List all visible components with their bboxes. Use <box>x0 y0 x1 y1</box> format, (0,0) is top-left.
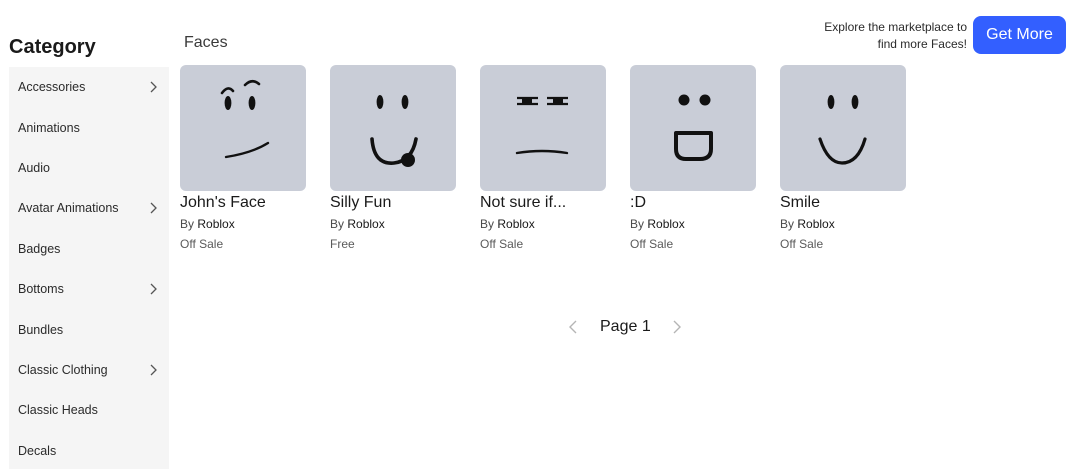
not-sure-face-icon <box>515 96 569 155</box>
category-item-label: Animations <box>18 120 80 135</box>
chevron-right-icon <box>150 202 157 214</box>
item-price: Free <box>330 237 355 251</box>
item-card[interactable]: :D By Roblox Off Sale <box>630 65 756 251</box>
silly-fun-face-icon <box>370 95 418 167</box>
creator-link[interactable]: Roblox <box>497 217 534 231</box>
category-item-badges[interactable]: Badges <box>9 229 169 269</box>
pagination: Page 1 <box>565 317 685 337</box>
item-creator: By Roblox <box>630 217 756 231</box>
category-item-label: Accessories <box>18 80 86 95</box>
item-name[interactable]: Smile <box>780 194 906 212</box>
item-price: Off Sale <box>180 237 224 251</box>
by-label: By <box>780 217 795 231</box>
category-item-label: Classic Clothing <box>18 362 108 377</box>
category-list: Accessories Animations Audio Avatar Anim… <box>9 67 169 469</box>
creator-link[interactable]: Roblox <box>647 217 684 231</box>
section-title: Faces <box>184 34 228 51</box>
item-name[interactable]: Not sure if... <box>480 194 606 212</box>
category-item-bundles[interactable]: Bundles <box>9 309 169 349</box>
creator-link[interactable]: Roblox <box>347 217 384 231</box>
by-label: By <box>330 217 345 231</box>
promo-line-1: Explore the marketplace to <box>824 20 967 34</box>
item-name[interactable]: :D <box>630 194 756 212</box>
promo-text: Explore the marketplace to find more Fac… <box>787 19 967 53</box>
chevron-right-icon <box>150 364 157 376</box>
chevron-left-icon[interactable] <box>565 319 581 335</box>
item-name[interactable]: John's Face <box>180 194 306 212</box>
by-label: By <box>480 217 495 231</box>
big-grin-face-icon <box>674 94 713 161</box>
item-creator: By Roblox <box>480 217 606 231</box>
smile-face-icon <box>818 95 867 165</box>
promo-line-2: find more Faces! <box>877 37 967 51</box>
item-creator: By Roblox <box>780 217 906 231</box>
by-label: By <box>180 217 195 231</box>
category-item-bottoms[interactable]: Bottoms <box>9 269 169 309</box>
item-price: Off Sale <box>780 237 824 251</box>
chevron-right-icon <box>150 283 157 295</box>
item-thumbnail[interactable] <box>780 65 906 191</box>
item-card[interactable]: John's Face By Roblox Off Sale <box>180 65 306 251</box>
item-thumbnail[interactable] <box>630 65 756 191</box>
category-item-avatar-animations[interactable]: Avatar Animations <box>9 188 169 228</box>
category-sidebar: Category Accessories Animations Audio Av… <box>9 0 169 469</box>
item-card[interactable]: Smile By Roblox Off Sale <box>780 65 906 251</box>
category-item-decals[interactable]: Decals <box>9 431 169 471</box>
item-thumbnail[interactable] <box>180 65 306 191</box>
item-creator: By Roblox <box>330 217 456 231</box>
category-item-animations[interactable]: Animations <box>9 107 169 147</box>
category-item-label: Bundles <box>18 322 64 337</box>
creator-link[interactable]: Roblox <box>197 217 234 231</box>
category-item-label: Decals <box>18 443 57 458</box>
item-price: Off Sale <box>480 237 524 251</box>
chevron-right-icon <box>150 81 157 93</box>
category-heading: Category <box>9 36 96 58</box>
get-more-button[interactable]: Get More <box>973 16 1066 54</box>
category-item-accessories[interactable]: Accessories <box>9 67 169 107</box>
item-card[interactable]: Not sure if... By Roblox Off Sale <box>480 65 606 251</box>
category-item-label: Bottoms <box>18 282 64 297</box>
johns-face-icon <box>220 79 270 159</box>
page-indicator: Page 1 <box>600 318 651 335</box>
category-item-classic-heads[interactable]: Classic Heads <box>9 390 169 430</box>
category-item-audio[interactable]: Audio <box>9 148 169 188</box>
item-price: Off Sale <box>630 237 674 251</box>
chevron-right-icon[interactable] <box>669 319 685 335</box>
item-thumbnail[interactable] <box>480 65 606 191</box>
category-item-label: Audio <box>18 160 50 175</box>
creator-link[interactable]: Roblox <box>797 217 834 231</box>
item-creator: By Roblox <box>180 217 306 231</box>
category-item-label: Badges <box>18 241 61 256</box>
item-thumbnail[interactable] <box>330 65 456 191</box>
category-item-label: Avatar Animations <box>18 201 119 216</box>
category-item-label: Classic Heads <box>18 403 98 418</box>
item-card[interactable]: Silly Fun By Roblox Free <box>330 65 456 251</box>
by-label: By <box>630 217 645 231</box>
category-item-classic-clothing[interactable]: Classic Clothing <box>9 350 169 390</box>
item-name[interactable]: Silly Fun <box>330 194 456 212</box>
